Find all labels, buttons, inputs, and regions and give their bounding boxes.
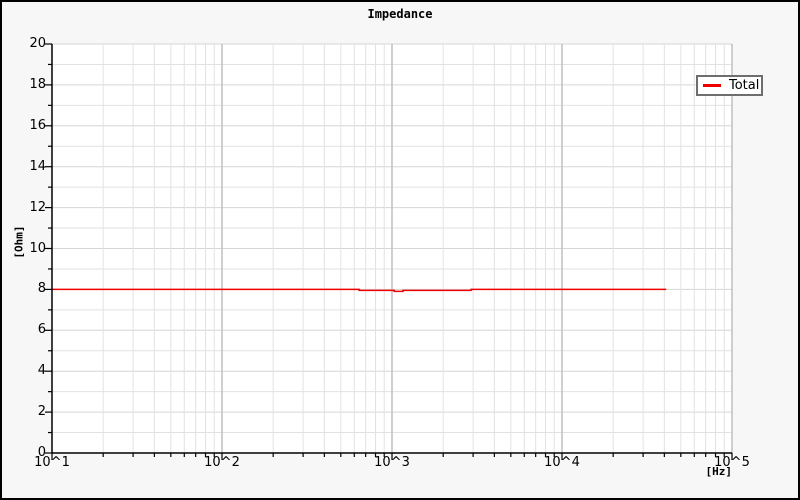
impedance-chart-window: Impedance [Ohm] 0246810121416182010^110^… — [0, 0, 800, 500]
legend-label: Total — [729, 79, 759, 92]
y-tick-label: 14 — [4, 160, 46, 174]
y-tick-label: 6 — [4, 323, 46, 337]
y-tick-label: 18 — [4, 78, 46, 92]
x-axis-unit-label: [Hz] — [632, 465, 732, 478]
y-tick-label: 12 — [4, 201, 46, 215]
x-tick-label: 10^4 — [540, 456, 584, 470]
y-tick-label: 8 — [4, 282, 46, 296]
plot-area — [2, 2, 800, 500]
y-tick-label: 4 — [4, 364, 46, 378]
y-tick-label: 16 — [4, 119, 46, 133]
y-tick-label: 2 — [4, 405, 46, 419]
legend: Total — [696, 75, 763, 96]
x-tick-label: 10^2 — [200, 456, 244, 470]
y-tick-label: 10 — [4, 242, 46, 256]
x-tick-label: 10^1 — [30, 456, 74, 470]
x-tick-label: 10^3 — [370, 456, 414, 470]
y-tick-label: 20 — [4, 37, 46, 51]
legend-line-sample — [703, 84, 721, 87]
